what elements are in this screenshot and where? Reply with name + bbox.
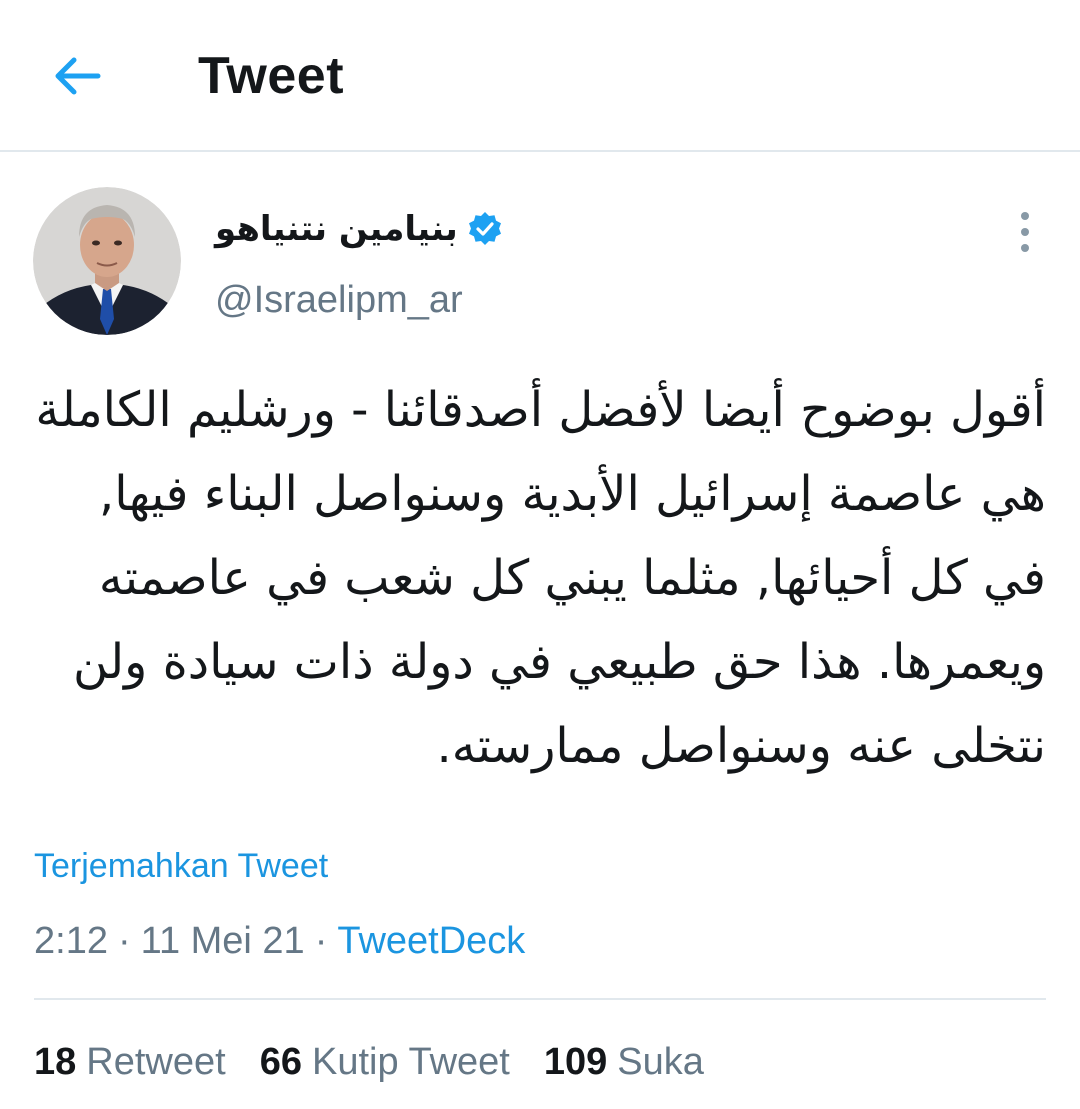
app-header: Tweet (0, 0, 1080, 152)
arrow-left-icon (48, 52, 104, 100)
author-display-name: بنيامين نتنياهو (215, 209, 458, 249)
tweet-stats: 18 Retweet 66 Kutip Tweet 109 Suka (34, 1036, 704, 1088)
quotes-label: Kutip Tweet (311, 1041, 510, 1083)
tweet-source-link[interactable]: TweetDeck (337, 920, 525, 962)
likes-label: Suka (617, 1041, 704, 1083)
tweet-date: 11 Mei 21 (140, 920, 305, 962)
translate-tweet-link[interactable]: Terjemahkan Tweet (34, 843, 328, 889)
retweets-count: 18 (34, 1041, 77, 1083)
meta-separator: · (314, 920, 328, 962)
avatar[interactable] (33, 187, 181, 335)
more-vertical-icon (1006, 208, 1044, 256)
author-handle[interactable]: @Israelipm_ar (215, 276, 463, 324)
page-title: Tweet (198, 47, 345, 105)
tweet-time: 2:12 (34, 920, 108, 962)
tweet-meta: 2:12 · 11 Mei 21 · TweetDeck (34, 915, 525, 967)
retweets-stat[interactable]: 18 Retweet (34, 1036, 226, 1088)
meta-separator: · (117, 920, 131, 962)
likes-stat[interactable]: 109 Suka (544, 1036, 704, 1088)
author-name-row[interactable]: بنيامين نتنياهو (215, 205, 504, 253)
quotes-count: 66 (259, 1041, 302, 1083)
verified-badge-icon (466, 210, 504, 248)
divider (34, 998, 1046, 1000)
likes-count: 109 (543, 1041, 608, 1083)
retweets-label: Retweet (86, 1041, 226, 1083)
tweet-text: أقول بوضوح أيضا لأفضل أصدقائنا - ورشليم … (35, 382, 1046, 774)
quotes-stat[interactable]: 66 Kutip Tweet (260, 1036, 510, 1088)
more-options-button[interactable] (1006, 208, 1044, 256)
back-button[interactable] (48, 52, 104, 100)
